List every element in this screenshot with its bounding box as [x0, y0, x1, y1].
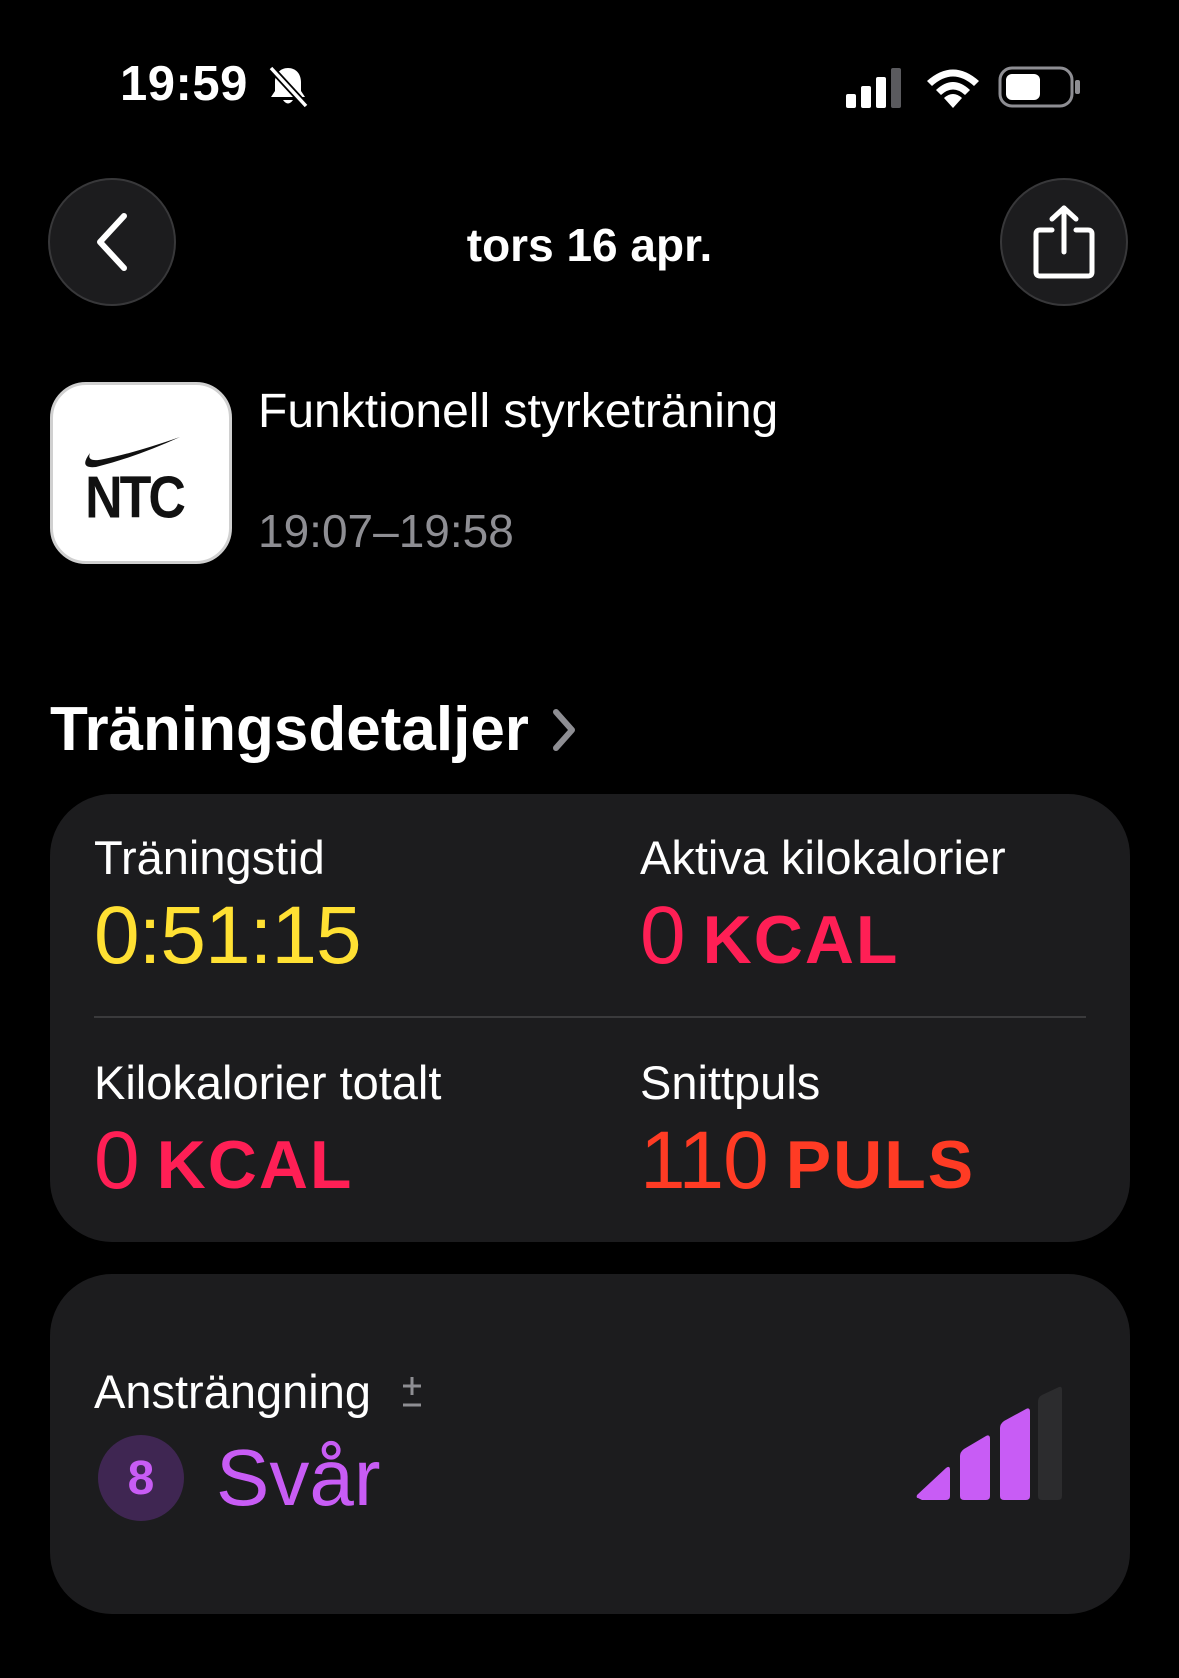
effort-rating: 8 Svår	[98, 1432, 381, 1524]
workout-time-range: 19:07–19:58	[258, 505, 514, 557]
metric-label: Snittpuls	[640, 1056, 821, 1109]
signal-icon	[846, 68, 901, 108]
chevron-right-icon	[552, 708, 575, 751]
metric-unit: KCAL	[702, 902, 900, 978]
workout-name: Funktionell styrketräning	[258, 385, 779, 438]
share-button[interactable]	[1000, 178, 1128, 306]
effort-level-text: Svår	[216, 1433, 381, 1522]
effort-score-badge: 8	[98, 1435, 184, 1521]
share-icon	[1033, 205, 1095, 279]
app-logo-text: NTC	[85, 463, 184, 530]
effort-bars-icon	[916, 1386, 1062, 1500]
metric-unit: KCAL	[156, 1127, 354, 1203]
bell-slash-icon	[268, 65, 309, 109]
wifi-icon	[927, 69, 979, 108]
divider	[94, 1016, 1086, 1018]
metric-value: 0	[94, 1115, 140, 1206]
section-title: Träningsdetaljer	[50, 695, 529, 764]
metric-value: 110	[640, 1115, 769, 1206]
metric-duration: Träningstid 0:51:15	[94, 830, 362, 983]
app-icon-ntc: NTC	[50, 382, 232, 564]
workout-details-link[interactable]: Träningsdetaljer	[50, 694, 577, 765]
plus-minus-icon[interactable]	[399, 1375, 425, 1409]
status-time: 19:59	[120, 57, 248, 111]
metric-unit: PULS	[785, 1127, 976, 1203]
metric-label: Kilokalorier totalt	[94, 1056, 442, 1109]
metric-total-kcal: Kilokalorier totalt 0 KCAL	[94, 1055, 441, 1208]
metric-label: Träningstid	[94, 831, 325, 884]
metric-value: 0	[640, 890, 686, 981]
metric-active-kcal: Aktiva kilokalorier 0 KCAL	[640, 830, 1006, 983]
effort-header: Ansträngning	[94, 1364, 425, 1419]
metric-value: 0:51:15	[94, 890, 362, 981]
battery-icon	[998, 66, 1080, 108]
metric-label: Aktiva kilokalorier	[640, 831, 1006, 884]
metric-avg-heart-rate: Snittpuls 110 PULS	[640, 1055, 975, 1208]
nike-swoosh-icon: NTC	[85, 437, 188, 530]
effort-label: Ansträngning	[94, 1365, 371, 1418]
